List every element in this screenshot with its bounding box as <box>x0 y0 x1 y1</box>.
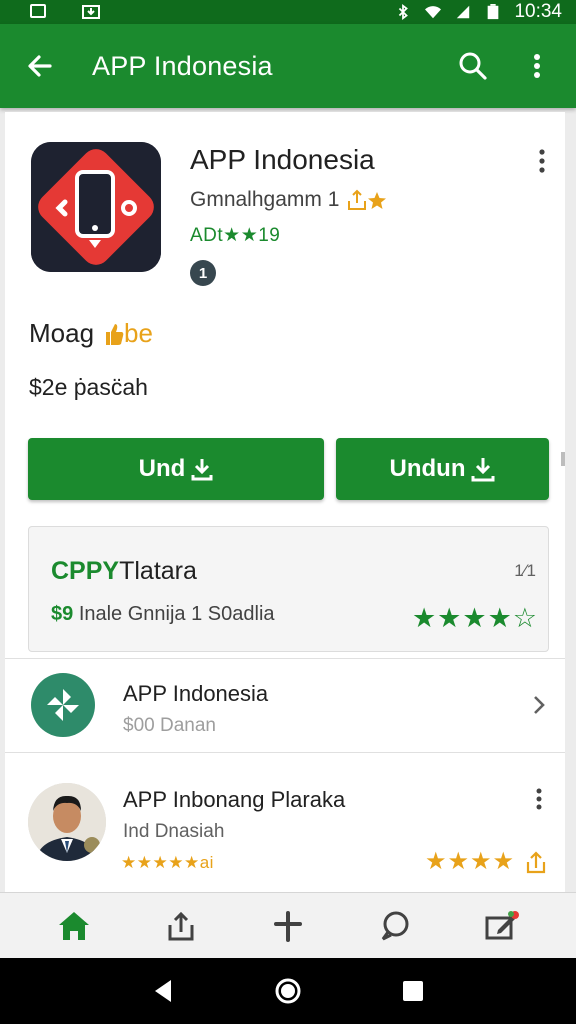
list-item-title: APP Inbonang Plaraka <box>123 787 346 812</box>
scrollbar[interactable] <box>561 452 565 466</box>
download-button[interactable]: Undun <box>336 438 549 500</box>
chat-icon[interactable] <box>373 904 417 948</box>
edit-icon[interactable] <box>480 904 524 948</box>
main-content: APP Indonesia Gmnalhgamm 1 ADt★★19 1 Moa… <box>5 112 565 892</box>
signal-icon <box>457 5 470 19</box>
app-bar-title: APP Indonesia <box>92 50 273 81</box>
promo-rating-stars: ★★★★☆ <box>411 603 538 633</box>
price-text: $2e ṗasc̈ah <box>29 374 148 400</box>
bluetooth-icon <box>399 4 409 20</box>
share-icon[interactable] <box>159 904 203 948</box>
home-circle-icon[interactable] <box>268 971 308 1011</box>
developer-label: Gmnalhgamm 1 <box>190 188 340 211</box>
rating-text: ADt★★19 <box>190 225 281 246</box>
app-icon[interactable] <box>31 142 161 272</box>
search-icon[interactable] <box>456 49 490 83</box>
promo-sub-rest: Inale Gnnija 1 S0adlia <box>78 603 275 625</box>
download-icon <box>191 459 213 481</box>
list-item-rating-text: ★★★★★ai <box>121 853 214 872</box>
recents-icon[interactable] <box>393 971 433 1011</box>
install-button[interactable]: Und <box>28 438 324 500</box>
gallery-icon <box>30 4 46 18</box>
info-badge: 1 <box>190 260 216 286</box>
promo-title-green: CPPY <box>51 557 120 585</box>
section-heading: Moag be <box>29 318 153 349</box>
thumbs-up-icon <box>106 323 124 345</box>
more-vert-icon[interactable] <box>530 148 554 174</box>
promo-subtitle: $9 Inale Gnnija 1 S0adlia <box>51 603 275 626</box>
share-icon[interactable] <box>523 849 549 875</box>
app-title: APP Indonesia <box>190 144 375 175</box>
promo-title: CPPYTlatara <box>51 557 197 586</box>
list-item[interactable]: APP Indonesia $00 Danan <box>5 658 565 752</box>
more-vert-icon[interactable] <box>527 785 551 813</box>
app-bar: APP Indonesia <box>0 24 576 108</box>
status-time: 10:34 <box>514 1 562 22</box>
list-item-stars: ★★★★ <box>424 848 515 875</box>
list-item-title: APP Indonesia <box>123 681 269 706</box>
promo-count: 1⁄1 <box>514 561 536 580</box>
back-icon[interactable] <box>143 971 183 1011</box>
download-icon <box>82 5 100 19</box>
section-heading-accent: be <box>124 318 153 348</box>
back-arrow-icon[interactable] <box>22 48 58 84</box>
bottom-nav <box>0 892 576 958</box>
chevron-right-icon[interactable] <box>527 691 551 719</box>
status-bar: 10:34 <box>0 0 576 24</box>
section-heading-text: Moag <box>29 318 95 348</box>
add-icon[interactable] <box>266 904 310 948</box>
list-item-subtitle: $00 Danan <box>123 715 216 736</box>
install-button-label: Und <box>138 455 186 482</box>
wifi-icon <box>425 6 442 19</box>
promo-sub-green: $9 <box>51 603 74 625</box>
battery-icon <box>488 4 499 20</box>
download-icon <box>471 458 495 482</box>
system-nav-bar <box>0 958 576 1024</box>
promo-title-rest: Tlatara <box>119 557 197 585</box>
avatar <box>28 783 106 861</box>
pinwheel-icon <box>31 673 95 737</box>
download-button-label: Undun <box>389 455 466 482</box>
promo-card[interactable]: CPPYTlatara 1⁄1 $9 Inale Gnnija 1 S0adli… <box>28 526 549 652</box>
share-star-icon <box>348 189 387 210</box>
home-icon[interactable] <box>52 904 96 948</box>
list-item-subtitle: Ind Dnasiah <box>123 821 225 842</box>
list-item[interactable]: APP Inbonang Plaraka Ind Dnasiah ★★★★★ai… <box>5 752 565 884</box>
developer-name[interactable]: Gmnalhgamm 1 <box>190 188 387 212</box>
more-vert-icon[interactable] <box>520 49 554 83</box>
